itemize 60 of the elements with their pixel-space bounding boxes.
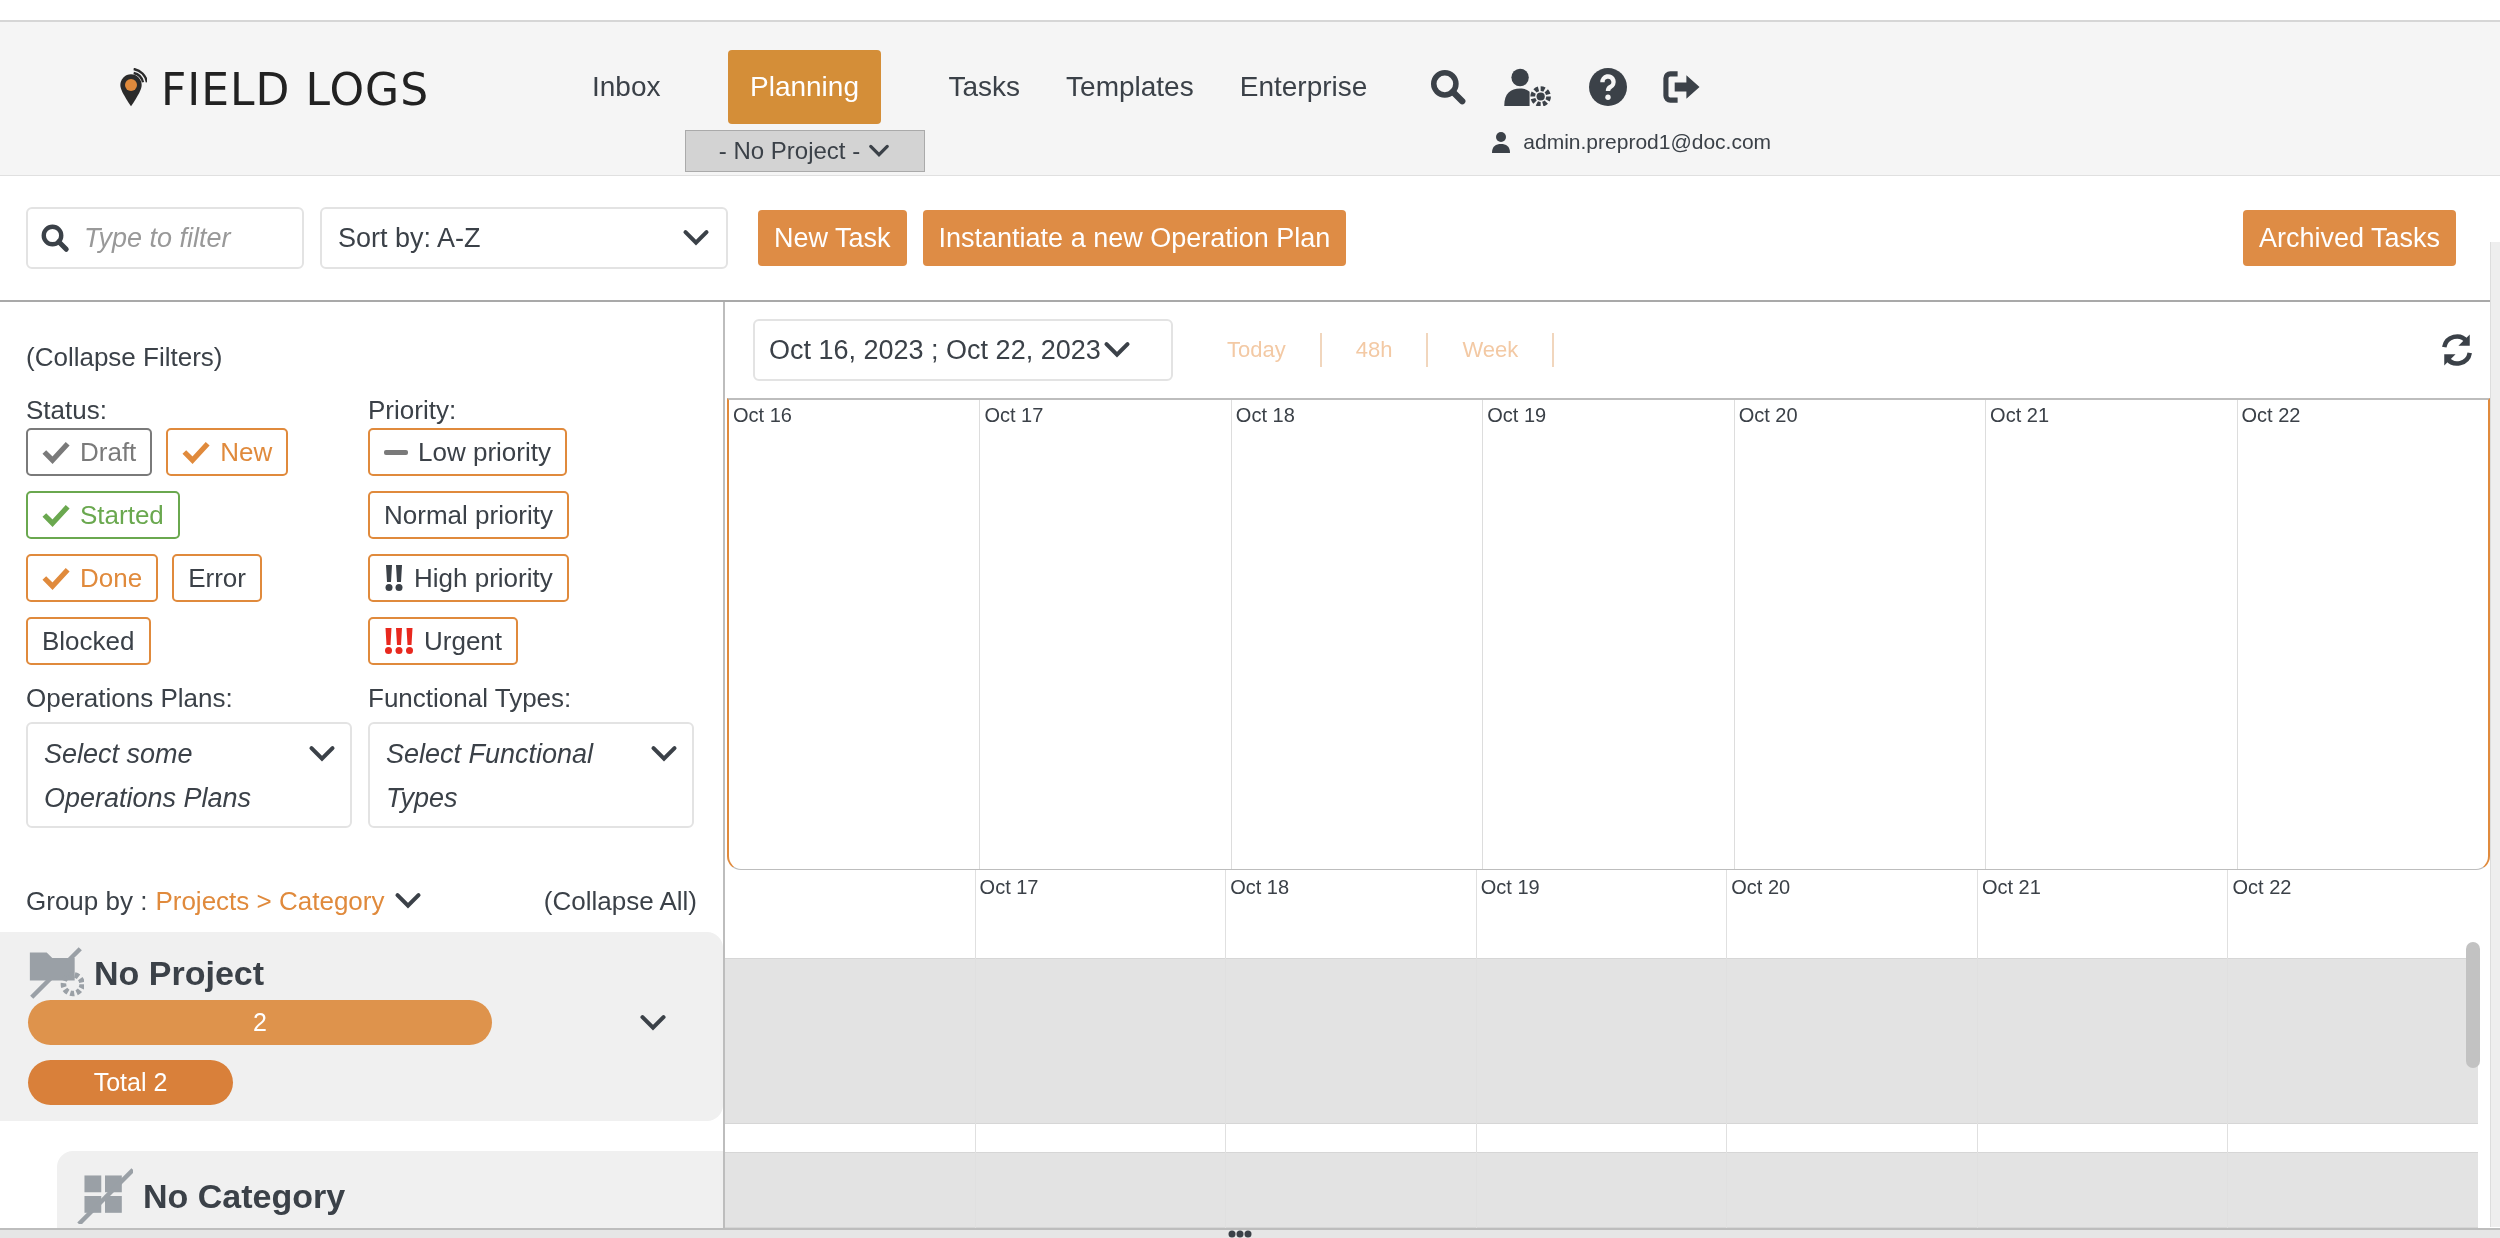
filter-field[interactable]: Type to filter xyxy=(26,207,304,269)
day-label: Oct 20 xyxy=(1738,404,1798,426)
logo-text: FIELD LOGS xyxy=(161,63,430,115)
sign-out-icon[interactable] xyxy=(1663,68,1702,106)
day-label: Oct 21 xyxy=(1990,404,2050,426)
day-label: Oct 16 xyxy=(733,404,792,426)
collapse-all-link[interactable]: (Collapse All) xyxy=(543,885,697,917)
day-label: Oct 18 xyxy=(1230,876,1290,898)
priority-label: Priority: xyxy=(368,394,458,427)
select-label: Functional Types: xyxy=(368,682,573,715)
date-range-select[interactable]: Oct 16, 2023 ; Oct 22, 2023 xyxy=(753,319,1173,381)
priority-chip[interactable]: Urgent xyxy=(368,617,519,665)
nav-tab[interactable]: Enterprise xyxy=(1217,50,1390,124)
triple-exclamation-icon xyxy=(384,627,414,655)
day-label: Oct 17 xyxy=(979,876,1039,898)
category-name: No Category xyxy=(143,1176,346,1216)
user-email: admin.preprod1@doc.com xyxy=(1523,130,1772,154)
sort-select[interactable]: Sort by: A-Z xyxy=(320,207,728,269)
drag-handle-icon[interactable] xyxy=(1228,1230,1252,1238)
priority-chip[interactable]: Low priority xyxy=(368,428,567,476)
refresh-icon[interactable] xyxy=(2440,333,2474,367)
check-icon xyxy=(42,566,70,590)
status-chip[interactable]: Draft xyxy=(26,428,153,476)
status-label: Status: xyxy=(26,394,108,427)
tiles-icon xyxy=(77,1168,133,1224)
day-label: Oct 21 xyxy=(1981,876,2041,898)
user-icon xyxy=(1491,131,1512,153)
task-count-bar: 2 xyxy=(28,1000,492,1045)
day-label: Oct 18 xyxy=(1235,404,1295,426)
search-icon xyxy=(40,223,70,253)
nav-tab[interactable]: Inbox xyxy=(570,50,683,124)
project-select[interactable]: - No Project - xyxy=(684,130,925,172)
day-label: Oct 19 xyxy=(1487,404,1547,426)
select-label: Operations Plans: xyxy=(26,682,234,715)
nav-tab[interactable]: Tasks xyxy=(926,50,1043,124)
double-exclamation-icon xyxy=(384,564,404,592)
multi-select[interactable]: Select Functional Types xyxy=(368,722,694,828)
status-chip[interactable]: Error xyxy=(172,554,262,602)
day-label: Oct 17 xyxy=(984,404,1044,426)
day-label: Oct 22 xyxy=(2241,404,2301,426)
check-icon xyxy=(42,503,70,527)
day-label: Oct 22 xyxy=(2232,876,2292,898)
dash-icon xyxy=(384,449,408,455)
check-icon xyxy=(42,440,70,464)
day-label: Oct 20 xyxy=(1731,876,1791,898)
check-icon xyxy=(182,440,211,464)
total-badge: Total 2 xyxy=(28,1060,233,1105)
search-icon[interactable] xyxy=(1429,68,1468,106)
help-icon[interactable] xyxy=(1589,68,1628,106)
collapse-filters-link[interactable]: (Collapse Filters) xyxy=(26,332,697,382)
priority-chip[interactable]: Normal priority xyxy=(368,491,570,539)
folder-gear-icon xyxy=(28,945,84,1001)
multi-select[interactable]: Select some Operations Plans xyxy=(26,722,352,828)
project-name: No Project xyxy=(94,953,265,993)
day-label: Oct 19 xyxy=(1480,876,1540,898)
status-chip[interactable]: Blocked xyxy=(26,617,151,665)
nav-tab[interactable]: Templates xyxy=(1044,50,1216,124)
group-by-label: Group by : xyxy=(26,885,148,917)
priority-chip[interactable]: High priority xyxy=(368,554,569,602)
user-settings-icon[interactable] xyxy=(1503,68,1554,106)
